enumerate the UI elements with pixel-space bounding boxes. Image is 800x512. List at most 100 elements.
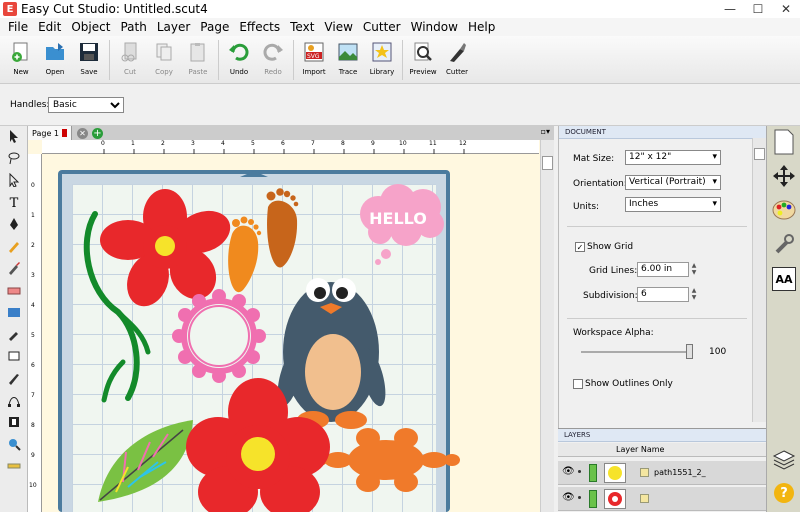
toolbar-separator (109, 40, 110, 80)
panel-options-icon[interactable]: ▫▾ (541, 127, 550, 136)
menu-effects[interactable]: Effects (234, 20, 285, 34)
grid-lines-stepper[interactable]: ▲ ▼ (689, 262, 699, 277)
penguin-shape[interactable] (273, 278, 391, 429)
cut-button[interactable]: Cut (113, 36, 147, 84)
show-grid-checkbox[interactable]: ✓ (575, 242, 585, 252)
path-tool[interactable] (0, 390, 28, 412)
weld-icon (7, 415, 21, 432)
menu-window[interactable]: Window (406, 20, 463, 34)
subdivision-stepper[interactable]: ▲ ▼ (689, 287, 699, 302)
library-button[interactable]: Library (365, 36, 399, 84)
ruler-v-tick: 0 (31, 182, 35, 189)
copy-button[interactable]: Copy (147, 36, 181, 84)
units-select[interactable]: Inches (625, 197, 721, 212)
layer-name: path1551_2_ (654, 468, 706, 477)
preview-button[interactable]: Preview (406, 36, 440, 84)
orange-flourish-shape[interactable] (308, 428, 460, 492)
green-leaf-shape[interactable] (98, 420, 193, 502)
layer-row[interactable]: 👁 (558, 487, 766, 511)
brown-foot-shape[interactable] (266, 188, 299, 268)
help-button[interactable]: ? (767, 476, 800, 510)
workspace-alpha-handle[interactable] (686, 344, 693, 359)
scroll-thumb[interactable] (542, 156, 553, 170)
document-panel-button[interactable] (767, 126, 800, 160)
copy-icon (152, 40, 176, 64)
menu-page[interactable]: Page (195, 20, 234, 34)
layer-row[interactable]: 👁 path1551_2_ (558, 461, 766, 485)
eraser-tool[interactable] (0, 280, 28, 302)
menu-edit[interactable]: Edit (33, 20, 66, 34)
ruler-tool[interactable] (0, 456, 28, 478)
close-page-icon[interactable]: ✕ (77, 127, 88, 139)
maximize-button[interactable]: ☐ (744, 0, 772, 18)
lock-dot-icon[interactable] (578, 496, 581, 499)
transform-panel-button[interactable] (767, 160, 800, 194)
trace-button[interactable]: Trace (331, 36, 365, 84)
color-panel-button[interactable] (767, 194, 800, 228)
magnifier-icon (411, 40, 435, 64)
show-outlines-label: Show Outlines Only (585, 379, 673, 389)
zoom-tool[interactable] (0, 434, 28, 456)
ruler-h-tick: 12 (459, 140, 467, 147)
add-page-icon[interactable]: + (92, 127, 103, 139)
eye-visibility-icon[interactable]: 👁 (562, 492, 575, 503)
menu-file[interactable]: File (3, 20, 33, 34)
eyedropper-tool[interactable] (0, 324, 28, 346)
scroll-thumb[interactable] (754, 148, 765, 160)
paste-button[interactable]: Paste (181, 36, 215, 84)
undo-button[interactable]: Undo (222, 36, 256, 84)
node-tool[interactable] (0, 170, 28, 192)
layer-thumbnail (604, 489, 626, 509)
orientation-label: Orientation: (573, 179, 627, 189)
save-button[interactable]: Save (72, 36, 106, 84)
redo-button[interactable]: Redo (256, 36, 290, 84)
text-panel-button[interactable]: AA (767, 262, 800, 296)
menu-view[interactable]: View (319, 20, 357, 34)
minimize-button[interactable]: — (716, 0, 744, 18)
open-button[interactable]: Open (38, 36, 72, 84)
new-button[interactable]: New (4, 36, 38, 84)
pen-tool[interactable] (0, 214, 28, 236)
text-tool[interactable]: T (0, 192, 28, 214)
path-shape-icon (640, 494, 649, 503)
fill-tool[interactable] (0, 302, 28, 324)
menu-help[interactable]: Help (463, 20, 500, 34)
handles-bar: Handles: Basic (0, 84, 800, 126)
page-tab[interactable]: Page 1 (28, 126, 72, 140)
select-tool[interactable] (0, 126, 28, 148)
menu-text[interactable]: Text (285, 20, 319, 34)
orange-foot-shape[interactable] (228, 216, 262, 293)
show-outlines-checkbox[interactable] (573, 379, 583, 389)
document-scrollbar[interactable] (752, 138, 766, 422)
cutter-button[interactable]: Cutter (440, 36, 474, 84)
pink-scallop-frame[interactable] (172, 289, 266, 383)
subdivision-input[interactable]: 6 (637, 287, 689, 302)
canvas-vertical-scrollbar[interactable] (540, 140, 554, 512)
layer-thumbnail (604, 463, 626, 483)
pencil-tool[interactable] (0, 236, 28, 258)
brush-tool[interactable] (0, 258, 28, 280)
menu-path[interactable]: Path (115, 20, 151, 34)
lock-dot-icon[interactable] (578, 470, 581, 473)
ruler-v-tick: 10 (29, 482, 37, 489)
menu-object[interactable]: Object (66, 20, 115, 34)
import-button[interactable]: SVG Import (297, 36, 331, 84)
weld-tool[interactable] (0, 412, 28, 434)
workspace-alpha-slider[interactable] (581, 351, 693, 353)
lasso-tool[interactable] (0, 148, 28, 170)
path-shape-icon (640, 468, 649, 477)
mat-size-select[interactable]: 12" x 12" (625, 150, 721, 165)
close-button[interactable]: ✕ (772, 0, 800, 18)
layers-panel-button[interactable] (767, 444, 800, 478)
rectangle-tool[interactable] (0, 346, 28, 368)
units-label: Units: (573, 202, 600, 212)
grid-lines-input[interactable]: 6.00 in (637, 262, 689, 277)
menu-layer[interactable]: Layer (152, 20, 195, 34)
tools-panel-button[interactable] (767, 228, 800, 262)
knife-tool[interactable] (0, 368, 28, 390)
orientation-select[interactable]: Vertical (Portrait) (625, 175, 721, 190)
handles-select[interactable]: Basic (48, 97, 124, 113)
eye-visibility-icon[interactable]: 👁 (562, 466, 575, 477)
menu-cutter[interactable]: Cutter (358, 20, 406, 34)
workspace-alpha-value: 100 (709, 347, 727, 357)
